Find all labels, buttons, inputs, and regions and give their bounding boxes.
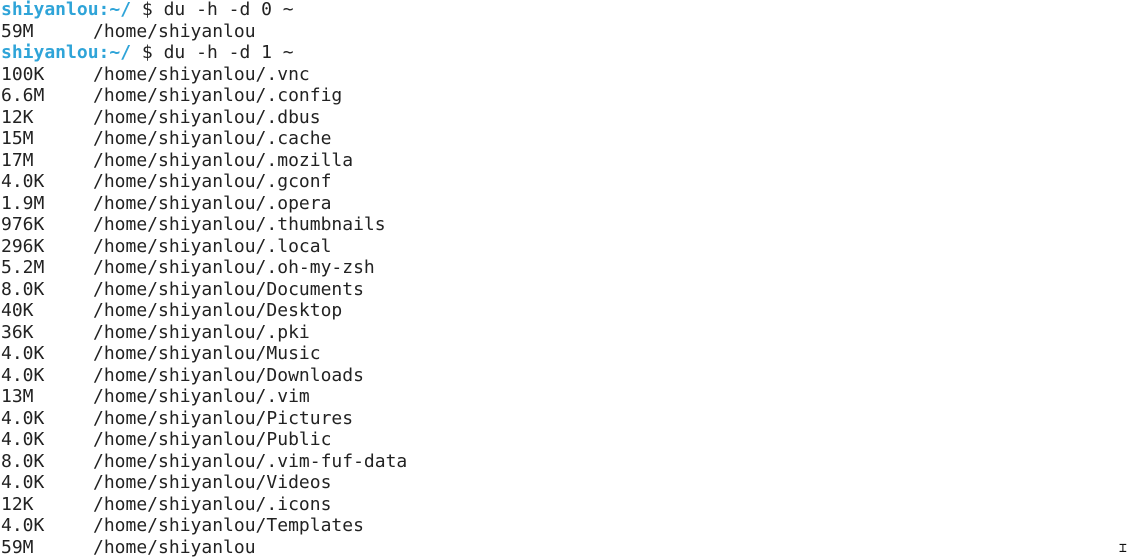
- disk-usage-size: 4.0K: [1, 407, 45, 429]
- directory-path: /home/shiyanlou/.vim: [93, 386, 310, 407]
- ibeam-cursor-icon: ⌶: [1119, 541, 1127, 556]
- directory-path: /home/shiyanlou/.icons: [93, 493, 332, 515]
- disk-usage-size: 4.0K: [1, 364, 45, 386]
- du-output-row: 976K/home/shiyanlou/.thumbnails: [1, 214, 407, 236]
- directory-path: /home/shiyanlou/.dbus: [93, 106, 321, 128]
- disk-usage-size: 1.9M: [1, 192, 45, 214]
- prompt-symbol: $: [131, 0, 164, 20]
- disk-usage-size: 12K: [1, 106, 34, 128]
- du-output-row: 4.0K/home/shiyanlou/Pictures: [1, 408, 407, 430]
- directory-path: /home/shiyanlou: [93, 20, 256, 42]
- disk-usage-size: 4.0K: [1, 429, 45, 450]
- directory-path: /home/shiyanlou/.local: [93, 235, 332, 257]
- du-output-row: 40K/home/shiyanlou/Desktop: [1, 300, 407, 322]
- disk-usage-size: 4.0K: [1, 343, 45, 364]
- du-output-row: 1.9M/home/shiyanlou/.opera: [1, 193, 407, 215]
- disk-usage-size: 40K: [1, 300, 34, 321]
- directory-path: /home/shiyanlou/Public: [93, 429, 332, 450]
- du-output-row: 296K/home/shiyanlou/.local: [1, 236, 407, 258]
- disk-usage-size: 976K: [1, 214, 45, 235]
- du-output-row: 8.0K/home/shiyanlou/Documents: [1, 279, 407, 301]
- directory-path: /home/shiyanlou/.oh-my-zsh: [93, 257, 375, 278]
- directory-path: /home/shiyanlou/Music: [93, 343, 321, 364]
- du-output-row: 4.0K/home/shiyanlou/Downloads: [1, 365, 407, 387]
- directory-path: /home/shiyanlou/Pictures: [93, 407, 354, 429]
- prompt-user: shiyanlou: [1, 0, 99, 20]
- directory-path: /home/shiyanlou/Templates: [93, 515, 364, 536]
- directory-path: /home/shiyanlou/.thumbnails: [93, 214, 386, 235]
- du-output-row: 4.0K/home/shiyanlou/Videos: [1, 472, 407, 494]
- directory-path: /home/shiyanlou/.vnc: [93, 63, 310, 85]
- du-output-row: 12K/home/shiyanlou/.dbus: [1, 107, 407, 129]
- disk-usage-size: 4.0K: [1, 171, 45, 192]
- directory-path: /home/shiyanlou/Downloads: [93, 364, 364, 386]
- disk-usage-size: 296K: [1, 235, 45, 257]
- directory-path: /home/shiyanlou/.opera: [93, 192, 332, 214]
- du-output-row: 100K/home/shiyanlou/.vnc: [1, 64, 407, 86]
- terminal-output: shiyanlou:~/ $ du -h -d 0 ~59M/home/shiy…: [1, 0, 407, 558]
- directory-path: /home/shiyanlou/Desktop: [93, 300, 343, 321]
- disk-usage-size: 59M: [1, 536, 34, 558]
- prompt-path: ~/: [109, 0, 132, 20]
- directory-path: /home/shiyanlou/Videos: [93, 472, 332, 493]
- disk-usage-size: 36K: [1, 321, 34, 343]
- directory-path: /home/shiyanlou/.mozilla: [93, 149, 354, 171]
- disk-usage-size: 12K: [1, 493, 34, 515]
- disk-usage-size: 4.0K: [1, 472, 45, 493]
- disk-usage-size: 15M: [1, 128, 34, 149]
- directory-path: /home/shiyanlou/Documents: [93, 278, 364, 300]
- prompt-line: shiyanlou:~/ $ du -h -d 1 ~: [1, 42, 407, 64]
- disk-usage-size: 8.0K: [1, 450, 45, 472]
- disk-usage-size: 8.0K: [1, 278, 45, 300]
- disk-usage-size: 59M: [1, 20, 34, 42]
- du-output-row: 5.2M/home/shiyanlou/.oh-my-zsh: [1, 257, 407, 279]
- directory-path: /home/shiyanlou: [93, 536, 256, 558]
- terminal-window[interactable]: shiyanlou:~/ $ du -h -d 0 ~59M/home/shiy…: [0, 0, 1134, 558]
- disk-usage-size: 13M: [1, 386, 34, 407]
- prompt-line: shiyanlou:~/ $ du -h -d 0 ~: [1, 0, 407, 21]
- du-output-row: 12K/home/shiyanlou/.icons: [1, 494, 407, 516]
- du-output-row: 8.0K/home/shiyanlou/.vim-fuf-data: [1, 451, 407, 473]
- disk-usage-size: 5.2M: [1, 257, 45, 278]
- directory-path: /home/shiyanlou/.gconf: [93, 171, 332, 192]
- du-output-row: 6.6M/home/shiyanlou/.config: [1, 85, 407, 107]
- disk-usage-size: 17M: [1, 149, 34, 171]
- du-output-row: 4.0K/home/shiyanlou/Public: [1, 429, 407, 451]
- du-output-row: 59M/home/shiyanlou: [1, 537, 407, 558]
- prompt-separator: :: [98, 42, 110, 63]
- du-output-row: 36K/home/shiyanlou/.pki: [1, 322, 407, 344]
- directory-path: /home/shiyanlou/.vim-fuf-data: [93, 450, 408, 472]
- directory-path: /home/shiyanlou/.config: [93, 85, 343, 106]
- du-output-row: 13M/home/shiyanlou/.vim: [1, 386, 407, 408]
- command-text: du -h -d 1 ~: [163, 42, 294, 63]
- du-output-row: 4.0K/home/shiyanlou/.gconf: [1, 171, 407, 193]
- directory-path: /home/shiyanlou/.cache: [93, 128, 332, 149]
- du-output-row: 59M/home/shiyanlou: [1, 21, 407, 43]
- command-text: du -h -d 0 ~: [163, 0, 294, 20]
- prompt-user: shiyanlou: [1, 42, 99, 63]
- prompt-path: ~/: [109, 42, 132, 63]
- du-output-row: 15M/home/shiyanlou/.cache: [1, 128, 407, 150]
- directory-path: /home/shiyanlou/.pki: [93, 321, 310, 343]
- du-output-row: 17M/home/shiyanlou/.mozilla: [1, 150, 407, 172]
- du-output-row: 4.0K/home/shiyanlou/Templates: [1, 515, 407, 537]
- prompt-separator: :: [98, 0, 110, 20]
- prompt-symbol: $: [131, 42, 164, 63]
- du-output-row: 4.0K/home/shiyanlou/Music: [1, 343, 407, 365]
- disk-usage-size: 4.0K: [1, 515, 45, 536]
- disk-usage-size: 6.6M: [1, 85, 45, 106]
- disk-usage-size: 100K: [1, 63, 45, 85]
